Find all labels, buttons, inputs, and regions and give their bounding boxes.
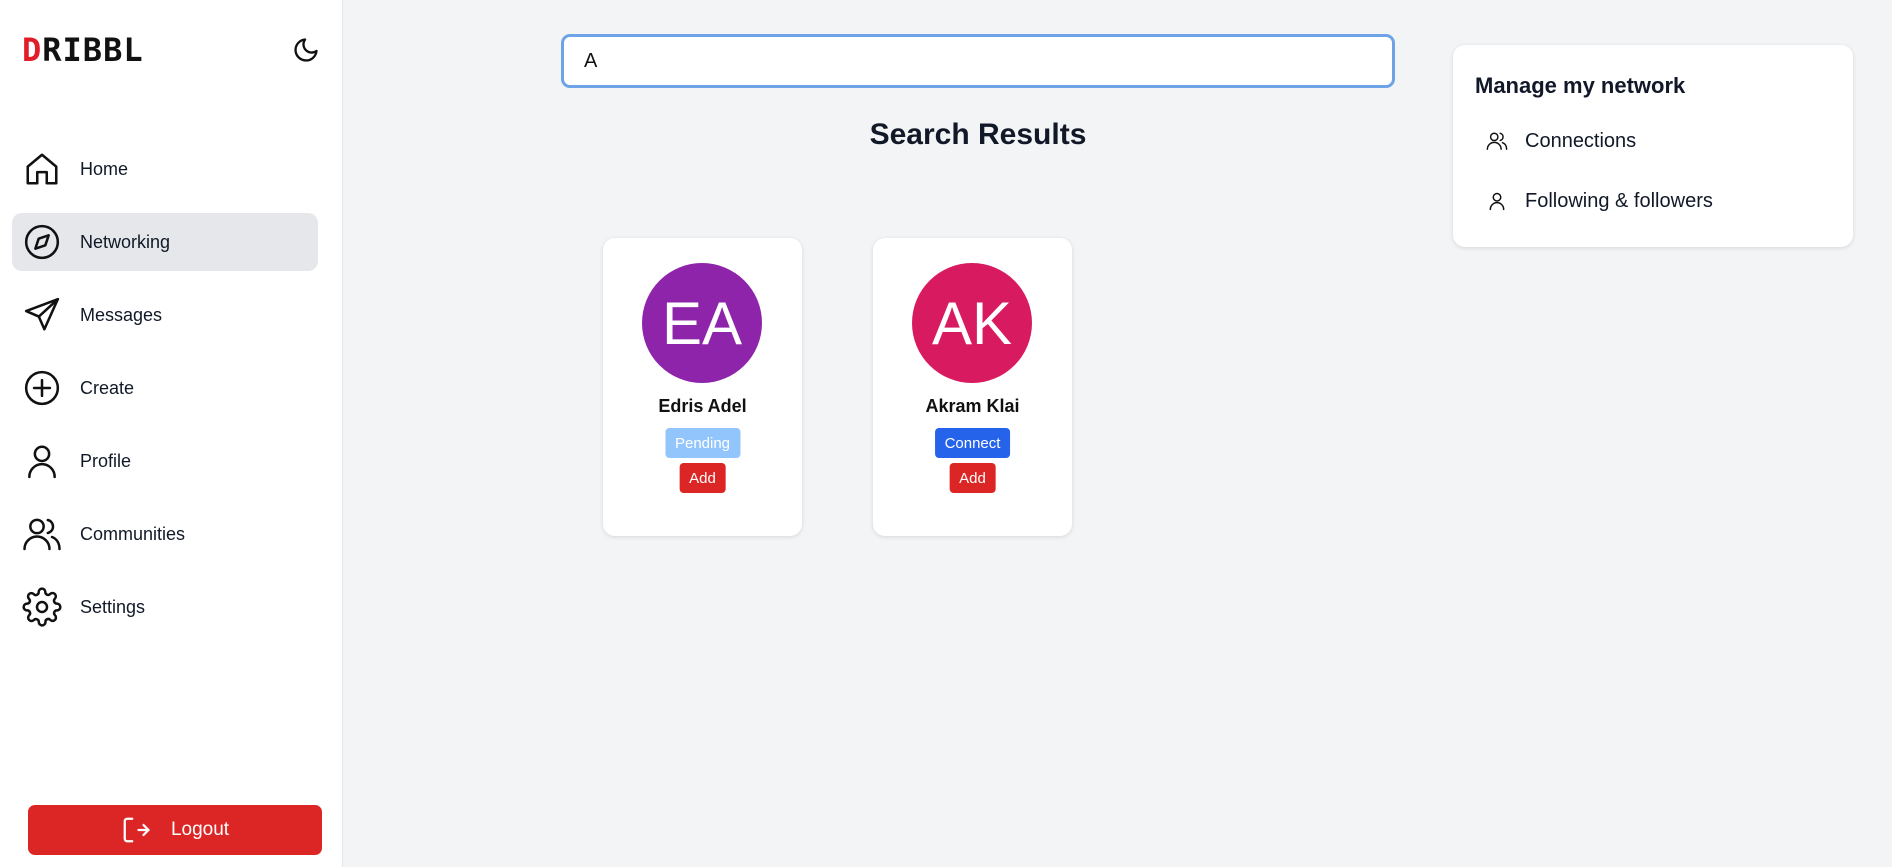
- user-card: AK Akram Klai Connect Add: [873, 238, 1072, 536]
- user-name: Akram Klai: [925, 396, 1020, 416]
- add-button[interactable]: Add: [679, 463, 726, 493]
- app-logo[interactable]: DRIBBL: [22, 34, 144, 66]
- theme-toggle-button[interactable]: [290, 34, 322, 66]
- logout-label: Logout: [170, 819, 230, 840]
- sidebar-item-label: Home: [80, 158, 129, 179]
- sidebar-item-label: Settings: [80, 596, 146, 617]
- sidebar-item-messages[interactable]: Messages: [12, 286, 318, 344]
- sidebar: DRIBBL Home Networking Messages Create P…: [0, 0, 343, 867]
- following-followers-link[interactable]: Following & followers: [1485, 189, 1713, 213]
- sidebar-item-networking[interactable]: Networking: [12, 213, 318, 271]
- avatar[interactable]: EA: [642, 263, 762, 383]
- sidebar-item-label: Networking: [80, 231, 171, 252]
- user-icon: [22, 441, 62, 481]
- user-name: Edris Adel: [658, 396, 747, 416]
- connect-button[interactable]: Connect: [934, 428, 1011, 458]
- sidebar-item-label: Communities: [80, 523, 186, 544]
- users-icon: [1485, 129, 1509, 153]
- following-followers-label: Following & followers: [1525, 189, 1713, 212]
- connections-link[interactable]: Connections: [1485, 129, 1636, 153]
- panel-title: Manage my network: [1475, 73, 1686, 98]
- users-icon: [22, 514, 62, 554]
- logo-letter-d: D: [22, 31, 43, 69]
- logout-icon: [121, 815, 151, 845]
- sidebar-item-create[interactable]: Create: [12, 359, 318, 417]
- home-icon: [22, 149, 62, 189]
- logout-button[interactable]: Logout: [28, 805, 322, 855]
- user-icon: [1485, 189, 1509, 213]
- search-input[interactable]: [561, 34, 1395, 88]
- connections-label: Connections: [1525, 129, 1637, 152]
- user-card: EA Edris Adel Pending Add: [603, 238, 802, 536]
- manage-network-panel: Manage my network Connections Following …: [1453, 45, 1853, 247]
- plus-circle-icon: [22, 368, 62, 408]
- sidebar-item-label: Messages: [80, 304, 163, 325]
- avatar[interactable]: AK: [912, 263, 1032, 383]
- pending-button[interactable]: Pending: [664, 428, 741, 458]
- sidebar-nav: Home Networking Messages Create Profile: [12, 140, 318, 651]
- sidebar-item-label: Create: [80, 377, 135, 398]
- compass-icon: [22, 222, 62, 262]
- sidebar-item-communities[interactable]: Communities: [12, 505, 318, 563]
- send-icon: [22, 295, 62, 335]
- sidebar-item-settings[interactable]: Settings: [12, 578, 318, 636]
- moon-icon: [294, 38, 318, 62]
- sidebar-item-home[interactable]: Home: [12, 140, 318, 198]
- sidebar-item-label: Profile: [80, 450, 132, 471]
- add-button[interactable]: Add: [949, 463, 996, 493]
- gear-icon: [22, 587, 62, 627]
- sidebar-item-profile[interactable]: Profile: [12, 432, 318, 490]
- logo-text: RIBBL: [42, 31, 144, 69]
- search-results-title: Search Results: [869, 118, 1087, 151]
